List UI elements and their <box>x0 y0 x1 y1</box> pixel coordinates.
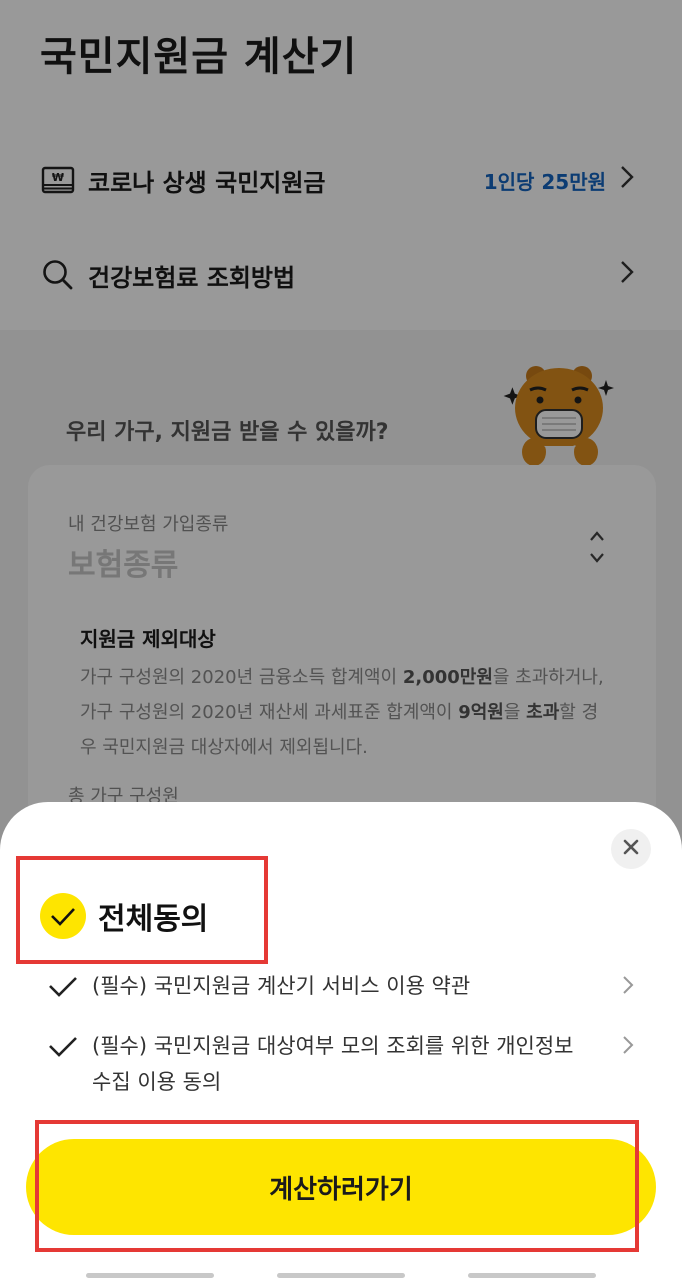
nav-bar-indicator <box>468 1273 596 1278</box>
check-icon <box>48 1028 78 1068</box>
highlight-box <box>35 1120 639 1252</box>
close-icon <box>623 839 639 859</box>
term-item-service[interactable]: (필수) 국민지원금 계산기 서비스 이용 약관 <box>48 968 582 1008</box>
nav-bar-indicator <box>277 1273 405 1278</box>
chevron-right-icon[interactable] <box>622 974 634 1002</box>
highlight-box <box>16 856 268 964</box>
term-label: (필수) 국민지원금 계산기 서비스 이용 약관 <box>92 974 471 998</box>
close-button[interactable] <box>611 829 651 869</box>
chevron-right-icon[interactable] <box>622 1034 634 1062</box>
check-icon <box>48 968 78 1008</box>
nav-bar-indicator <box>86 1273 214 1278</box>
term-item-privacy[interactable]: (필수) 국민지원금 대상여부 모의 조회를 위한 개인정보 수집 이용 동의 <box>48 1028 582 1100</box>
term-label: (필수) 국민지원금 대상여부 모의 조회를 위한 개인정보 수집 이용 동의 <box>92 1034 574 1094</box>
